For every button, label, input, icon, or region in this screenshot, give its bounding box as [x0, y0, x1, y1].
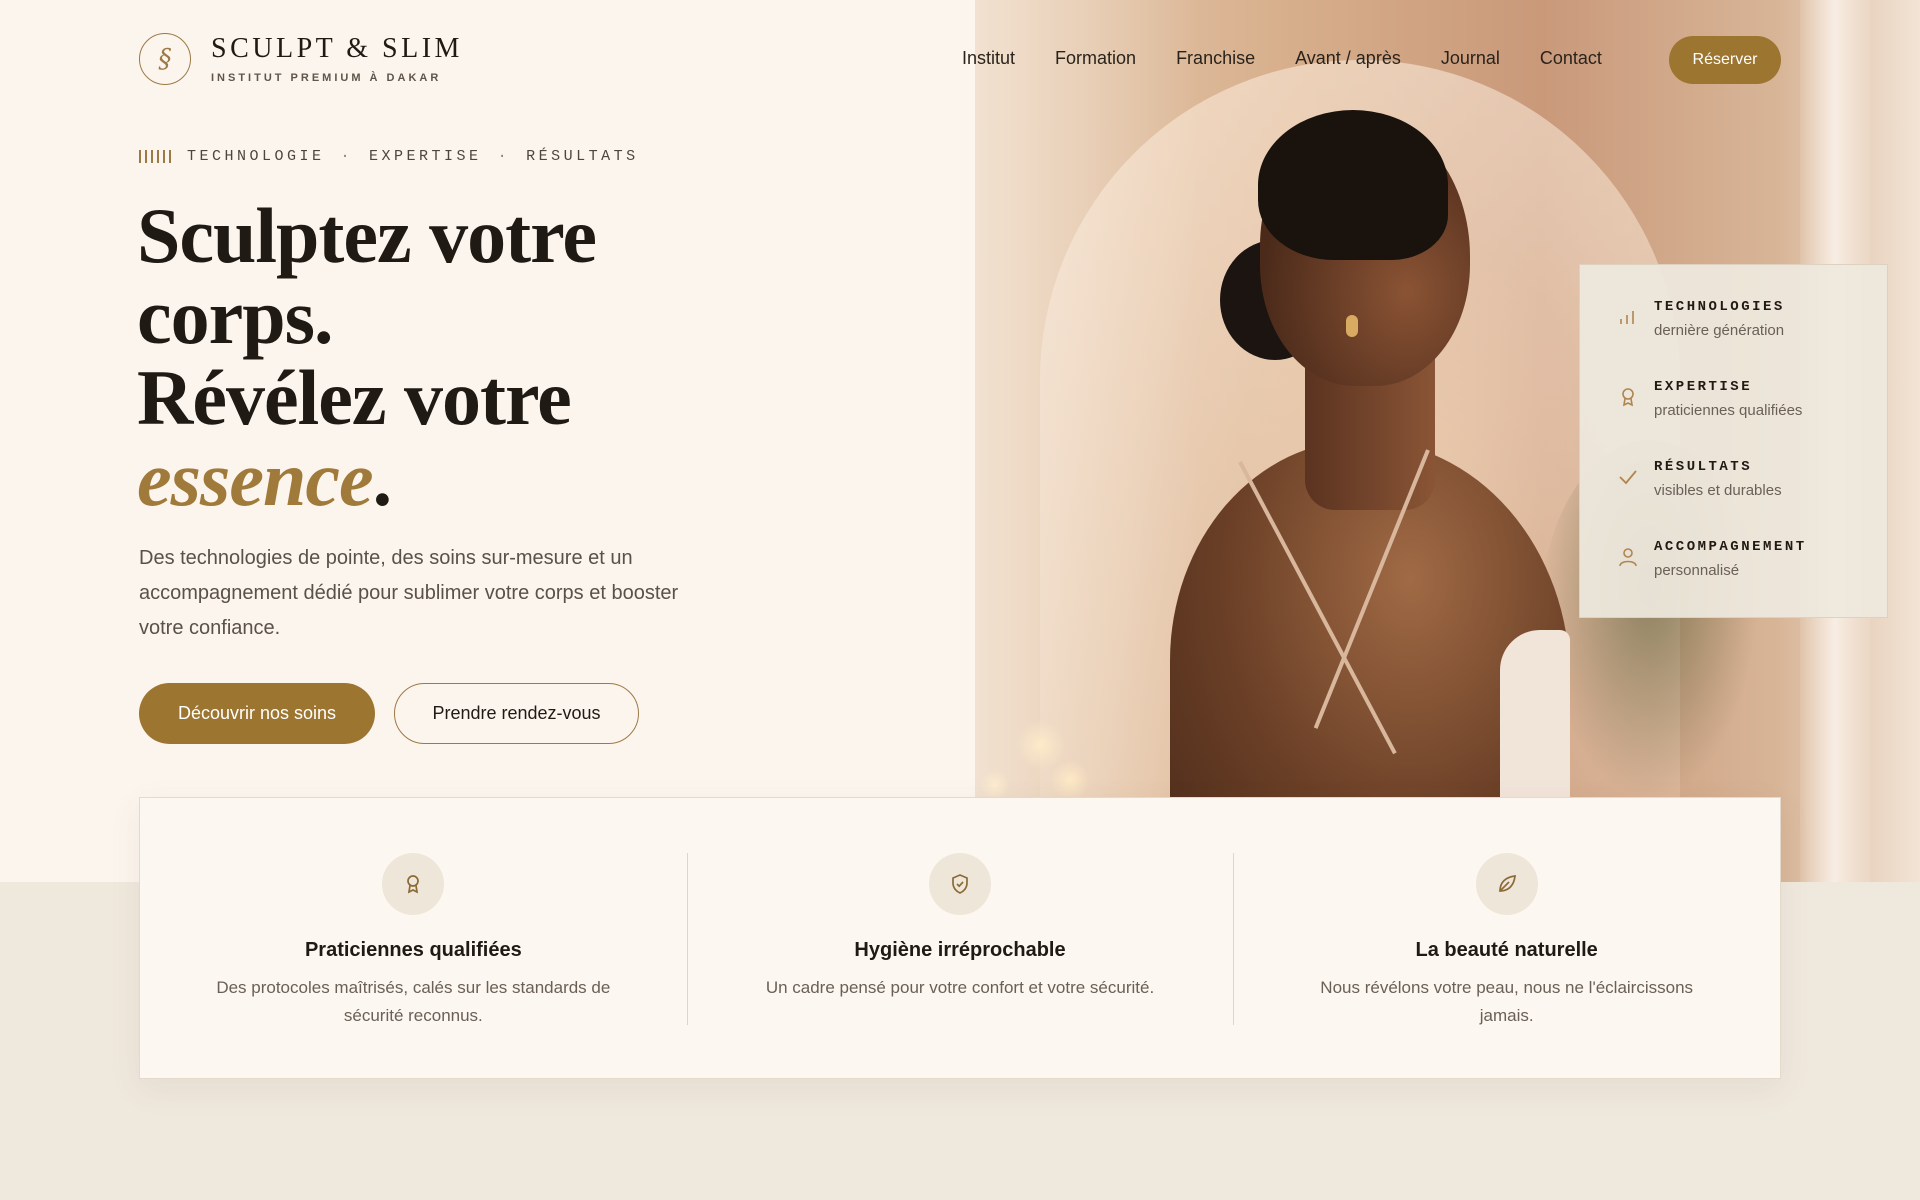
highlight-title: TECHNOLOGIES: [1654, 299, 1785, 315]
main-nav: Institut Formation Franchise Avant / apr…: [962, 46, 1642, 70]
eyebrow-item: RÉSULTATS: [526, 148, 639, 165]
check-icon: [1619, 470, 1637, 485]
nav-item-avant-apres[interactable]: Avant / après: [1295, 46, 1401, 70]
highlight-title: EXPERTISE: [1654, 379, 1753, 395]
hero-headline: Sculptez votre corps. Révélez votre esse…: [137, 192, 597, 522]
feature-text: Des protocoles maîtrisés, calés sur les …: [216, 978, 611, 1025]
highlight-item: ACCOMPAGNEMENT personnalisé: [1616, 537, 1887, 617]
eyebrow-item: TECHNOLOGIE: [187, 148, 325, 165]
feature-icon-badge: [1475, 853, 1538, 915]
eyebrow-separator: ·: [340, 148, 354, 165]
hero-model-image: [1140, 110, 1580, 882]
feature-text: Un cadre pensé pour votre confort et vot…: [765, 978, 1155, 997]
features-panel: Praticiennes qualifiées Des protocoles m…: [139, 797, 1781, 1079]
decorative-bars-icon: [139, 150, 171, 163]
highlight-item: RÉSULTATS visibles et durables: [1616, 457, 1887, 537]
brand-mark-icon: §: [139, 33, 191, 85]
highlight-title: RÉSULTATS: [1654, 459, 1753, 475]
nav-item-institut[interactable]: Institut: [962, 46, 1015, 70]
feature-card: La beauté naturelle Nous révélons votre …: [1233, 798, 1780, 1078]
brand-logo-link[interactable]: § SCULPT & SLIM INSTITUT PREMIUM À DAKAR: [139, 33, 463, 85]
reserve-button[interactable]: Réserver: [1669, 36, 1781, 84]
headline-accent: essence: [137, 435, 374, 522]
nav-item-franchise[interactable]: Franchise: [1176, 46, 1255, 70]
highlight-item: EXPERTISE praticiennes qualifiées: [1616, 377, 1887, 457]
highlight-subtitle: visibles et durables: [1654, 482, 1782, 499]
eyebrow-item: EXPERTISE: [369, 148, 482, 165]
bar-chart-icon: [1620, 311, 1634, 324]
feature-icon-badge: [929, 853, 991, 915]
shield-check-icon: [952, 874, 968, 894]
award-icon: [1622, 388, 1634, 407]
leaf-icon: [1498, 875, 1516, 892]
highlights-card: TECHNOLOGIES dernière génération EXPERTI…: [1579, 264, 1888, 618]
headline-line: Révélez votre: [137, 354, 572, 441]
highlight-subtitle: dernière génération: [1654, 322, 1785, 339]
hero-lead: Des technologies de pointe, des soins su…: [139, 547, 679, 639]
nav-item-formation[interactable]: Formation: [1055, 46, 1136, 70]
headline-period: .: [372, 435, 392, 522]
feature-title: Praticiennes qualifiées: [304, 939, 522, 961]
highlight-subtitle: personnalisé: [1654, 562, 1740, 579]
award-icon: [407, 875, 420, 894]
feature-title: La beauté naturelle: [1415, 939, 1598, 961]
feature-text: Nous révélons votre peau, nous ne l'écla…: [1320, 978, 1694, 1025]
feature-card: Hygiène irréprochable Un cadre pensé pou…: [686, 798, 1234, 1078]
brand-tagline: INSTITUT PREMIUM À DAKAR: [211, 72, 442, 84]
highlight-subtitle: praticiennes qualifiées: [1654, 402, 1803, 419]
eyebrow-separator: ·: [497, 148, 511, 165]
user-icon: [1619, 548, 1637, 567]
feature-title: Hygiène irréprochable: [854, 939, 1066, 961]
highlight-item: TECHNOLOGIES dernière génération: [1616, 297, 1887, 377]
nav-item-contact[interactable]: Contact: [1540, 46, 1602, 70]
headline-line: Sculptez votre: [137, 192, 597, 279]
feature-card: Praticiennes qualifiées Des protocoles m…: [140, 798, 687, 1078]
feature-icon-badge: [382, 853, 445, 915]
highlight-title: ACCOMPAGNEMENT: [1654, 539, 1807, 555]
discover-care-button[interactable]: Découvrir nos soins: [139, 683, 375, 744]
nav-item-journal[interactable]: Journal: [1441, 46, 1500, 70]
brand-name: SCULPT & SLIM: [211, 33, 463, 64]
book-appointment-button[interactable]: Prendre rendez-vous: [394, 683, 639, 744]
hero-photo-fade: [560, 0, 1200, 882]
headline-line: corps.: [137, 273, 333, 360]
hero-eyebrow: TECHNOLOGIE · EXPERTISE · RÉSULTATS: [139, 148, 639, 165]
